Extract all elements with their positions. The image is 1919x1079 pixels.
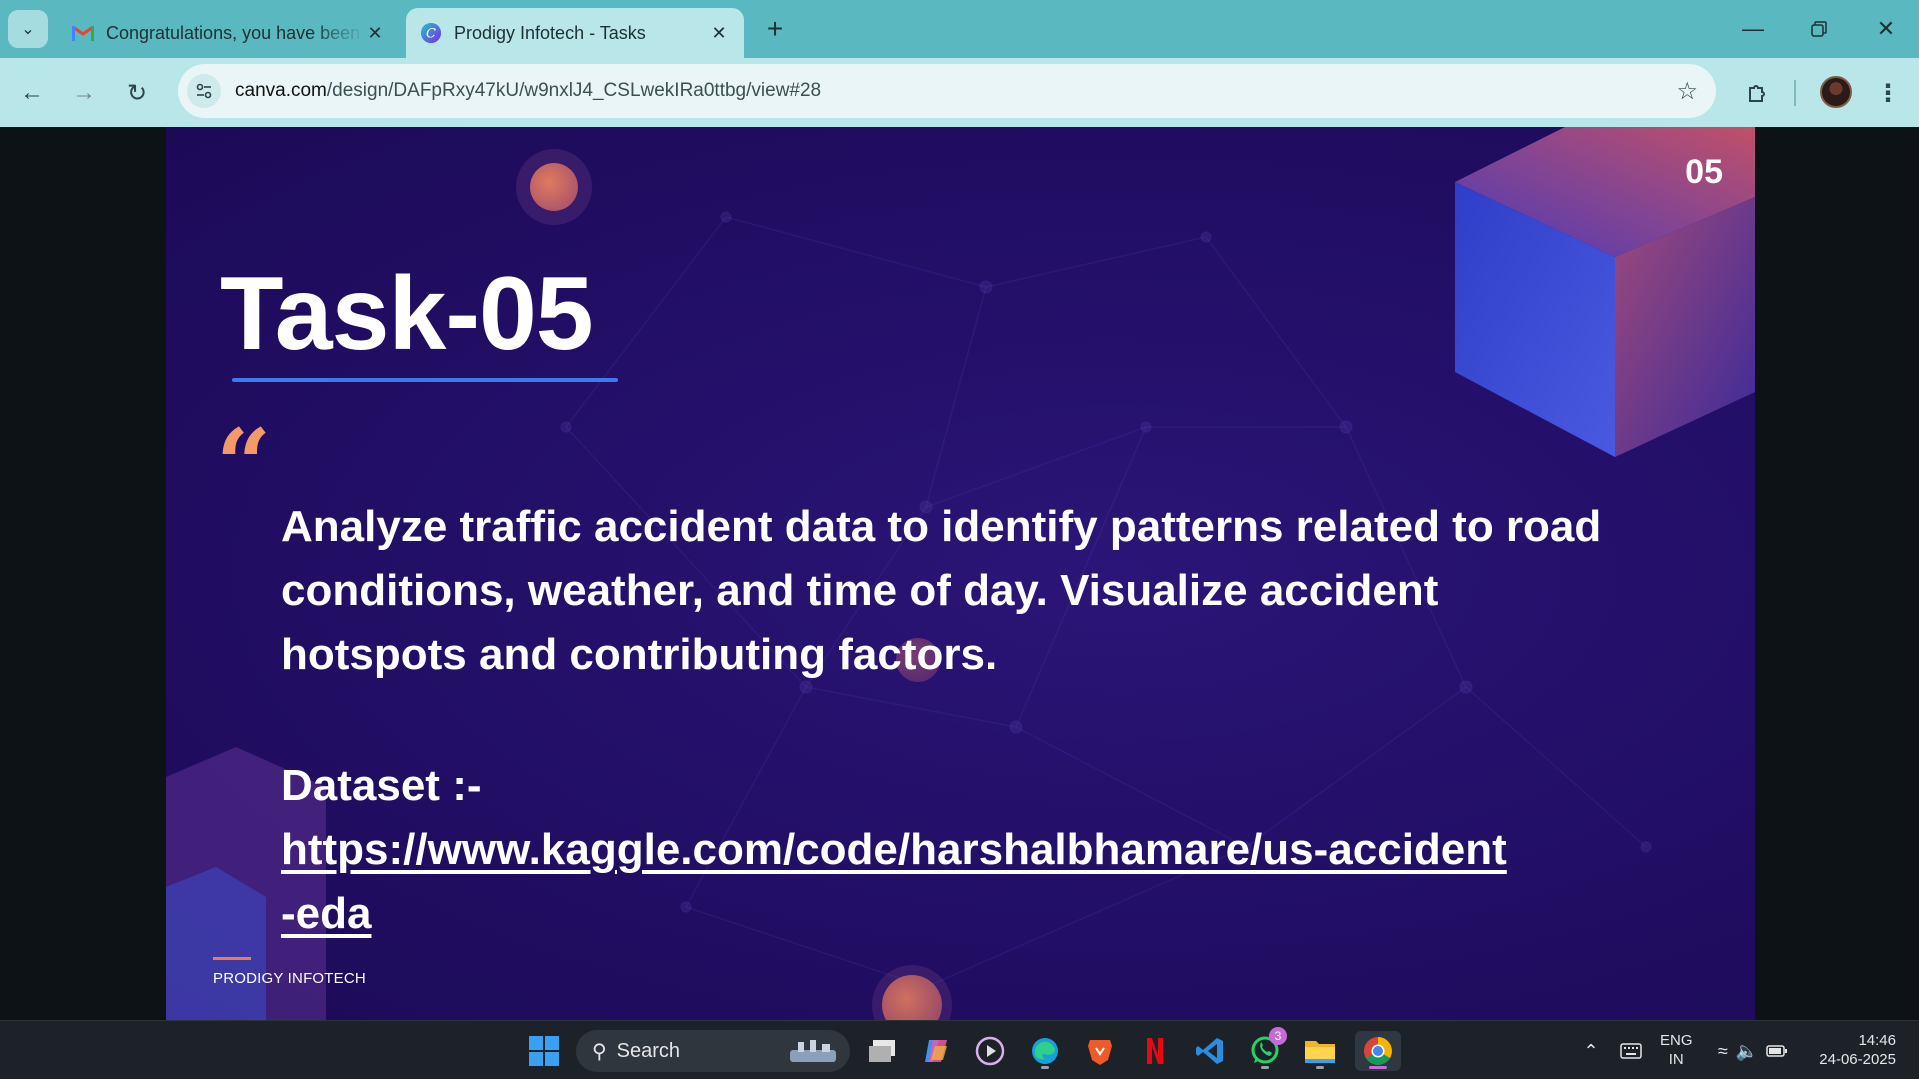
dataset-link[interactable]: https://www.kaggle.com/code/harshalbhama… — [281, 818, 1511, 946]
clock-date: 24-06-2025 — [1819, 1051, 1896, 1068]
new-tab-button[interactable]: + — [760, 13, 790, 44]
search-highlight-icon — [790, 1040, 836, 1062]
task-view-button[interactable] — [862, 1031, 902, 1071]
slide-title: Task-05 — [220, 256, 594, 372]
url-text: canva.com/design/DAFpRxy47kU/w9nxlJ4_CSL… — [235, 80, 821, 102]
search-icon: ⚲ — [592, 1040, 607, 1063]
quick-settings-button[interactable]: ≈ 🔈 — [1708, 1031, 1798, 1071]
taskbar-search[interactable]: ⚲ Search — [576, 1030, 850, 1072]
running-indicator — [1369, 1066, 1387, 1069]
language-code: ENG — [1660, 1032, 1693, 1049]
puzzle-icon — [1749, 85, 1765, 102]
restore-button[interactable] — [1804, 14, 1834, 44]
keyboard-icon — [1620, 1043, 1642, 1059]
edge-button[interactable] — [1025, 1031, 1065, 1071]
file-explorer-button[interactable] — [1300, 1031, 1340, 1071]
region-code: IN — [1668, 1051, 1684, 1068]
forward-button[interactable]: → — [66, 75, 102, 111]
task-description: Analyze traffic accident data to identif… — [281, 502, 1602, 679]
url-path: /design/DAFpRxy47kU/w9nxlJ4_CSLwekIRa0tt… — [326, 80, 822, 101]
chrome-icon — [1364, 1037, 1392, 1065]
canva-icon: C — [420, 22, 442, 44]
toolbar-divider — [1794, 80, 1796, 106]
show-hidden-icons-button[interactable]: ⌃ — [1574, 1031, 1608, 1071]
edge-icon — [1032, 1038, 1058, 1064]
back-button[interactable]: ← — [14, 75, 50, 111]
media-player-button[interactable] — [970, 1031, 1010, 1071]
profile-avatar[interactable] — [1820, 76, 1852, 108]
url-host: canva.com — [235, 80, 327, 101]
gmail-icon — [72, 22, 94, 44]
plus-icon: + — [766, 13, 784, 44]
restore-icon — [1811, 21, 1827, 37]
task-view-icon — [869, 1040, 895, 1062]
browser-menu-button[interactable]: ⋮ — [1870, 75, 1906, 111]
brave-icon — [1088, 1040, 1112, 1065]
whatsapp-button[interactable]: 3 — [1245, 1027, 1287, 1071]
vscode-icon — [1196, 1038, 1223, 1064]
footer-brand: PRODIGY INFOTECH — [213, 970, 366, 987]
clock-time: 14:46 — [1858, 1032, 1896, 1049]
footer-accent-line — [213, 957, 251, 960]
wifi-icon: ≈ — [1717, 1040, 1728, 1061]
site-info-button[interactable] — [187, 74, 221, 108]
copilot-icon — [925, 1040, 947, 1062]
chevron-down-icon: ⌄ — [21, 21, 35, 38]
vscode-button[interactable] — [1190, 1031, 1230, 1071]
windows-taskbar: ⚲ Search 3 ⌃ ENG IN ≈ 🔈 14:46 24-06-2025 — [0, 1020, 1919, 1079]
page-viewport: 05 Task-05 “ Analyze traffic accident da… — [0, 127, 1919, 1020]
svg-text:C: C — [426, 27, 436, 42]
dataset-label: Dataset :- — [281, 761, 482, 810]
copilot-button[interactable] — [916, 1031, 956, 1071]
arrow-right-icon: → — [72, 79, 96, 106]
file-explorer-icon — [1305, 1041, 1335, 1063]
arrow-left-icon: ← — [20, 79, 44, 106]
language-indicator[interactable]: ENG IN — [1660, 1031, 1693, 1069]
close-tab-icon[interactable]: ✕ — [708, 22, 730, 44]
quote-icon: “ — [216, 408, 272, 521]
chrome-button[interactable] — [1355, 1031, 1401, 1071]
address-bar[interactable]: canva.com/design/DAFpRxy47kU/w9nxlJ4_CSL… — [178, 64, 1716, 118]
search-label: Search — [616, 1039, 681, 1062]
chevron-up-icon: ⌃ — [1583, 1040, 1599, 1061]
tab-search-button[interactable]: ⌄ — [8, 10, 48, 48]
system-clock[interactable]: 14:46 24-06-2025 — [1812, 1031, 1896, 1069]
netflix-button[interactable] — [1135, 1031, 1175, 1071]
reload-button[interactable]: ↻ — [119, 75, 155, 111]
close-icon: ✕ — [1876, 16, 1896, 41]
minimize-icon: — — [1742, 16, 1764, 41]
minimize-button[interactable]: — — [1738, 14, 1768, 44]
browser-toolbar: ← → ↻ canva.com/design/DAFpRxy47kU/w9nxl… — [0, 58, 1919, 127]
netflix-icon — [1147, 1038, 1163, 1064]
close-window-button[interactable]: ✕ — [1871, 14, 1901, 44]
tab-title: Prodigy Infotech - Tasks — [454, 22, 646, 43]
windows-start-button[interactable] — [524, 1031, 564, 1071]
decorative-orb — [530, 163, 578, 211]
tab-gmail[interactable]: Congratulations, you have been ✕ — [58, 8, 400, 58]
volume-icon: 🔈 — [1735, 1040, 1759, 1061]
extensions-button[interactable] — [1740, 75, 1776, 111]
notification-badge: 3 — [1269, 1027, 1287, 1045]
battery-icon — [1766, 1045, 1788, 1057]
windows-start-icon — [529, 1036, 559, 1066]
tab-canva[interactable]: C Prodigy Infotech - Tasks ✕ — [406, 8, 744, 58]
presentation-slide: 05 Task-05 “ Analyze traffic accident da… — [166, 127, 1755, 1020]
running-indicator — [1261, 1066, 1269, 1069]
tab-title: Congratulations, you have been — [106, 22, 361, 43]
slide-number: 05 — [1685, 153, 1723, 191]
more-vert-icon: ⋮ — [1876, 79, 1900, 107]
close-tab-icon[interactable]: ✕ — [364, 22, 386, 44]
brave-button[interactable] — [1080, 1031, 1120, 1071]
tune-icon — [196, 83, 212, 99]
tab-strip: ⌄ Congratulations, you have been ✕ C Pro… — [0, 0, 1919, 58]
running-indicator — [1316, 1066, 1324, 1069]
running-indicator — [1041, 1066, 1049, 1069]
media-player-icon — [975, 1036, 1005, 1066]
bookmark-star-icon[interactable]: ☆ — [1676, 77, 1698, 106]
reload-icon: ↻ — [126, 79, 148, 107]
touch-keyboard-button[interactable] — [1614, 1031, 1648, 1071]
title-underline — [232, 378, 618, 382]
